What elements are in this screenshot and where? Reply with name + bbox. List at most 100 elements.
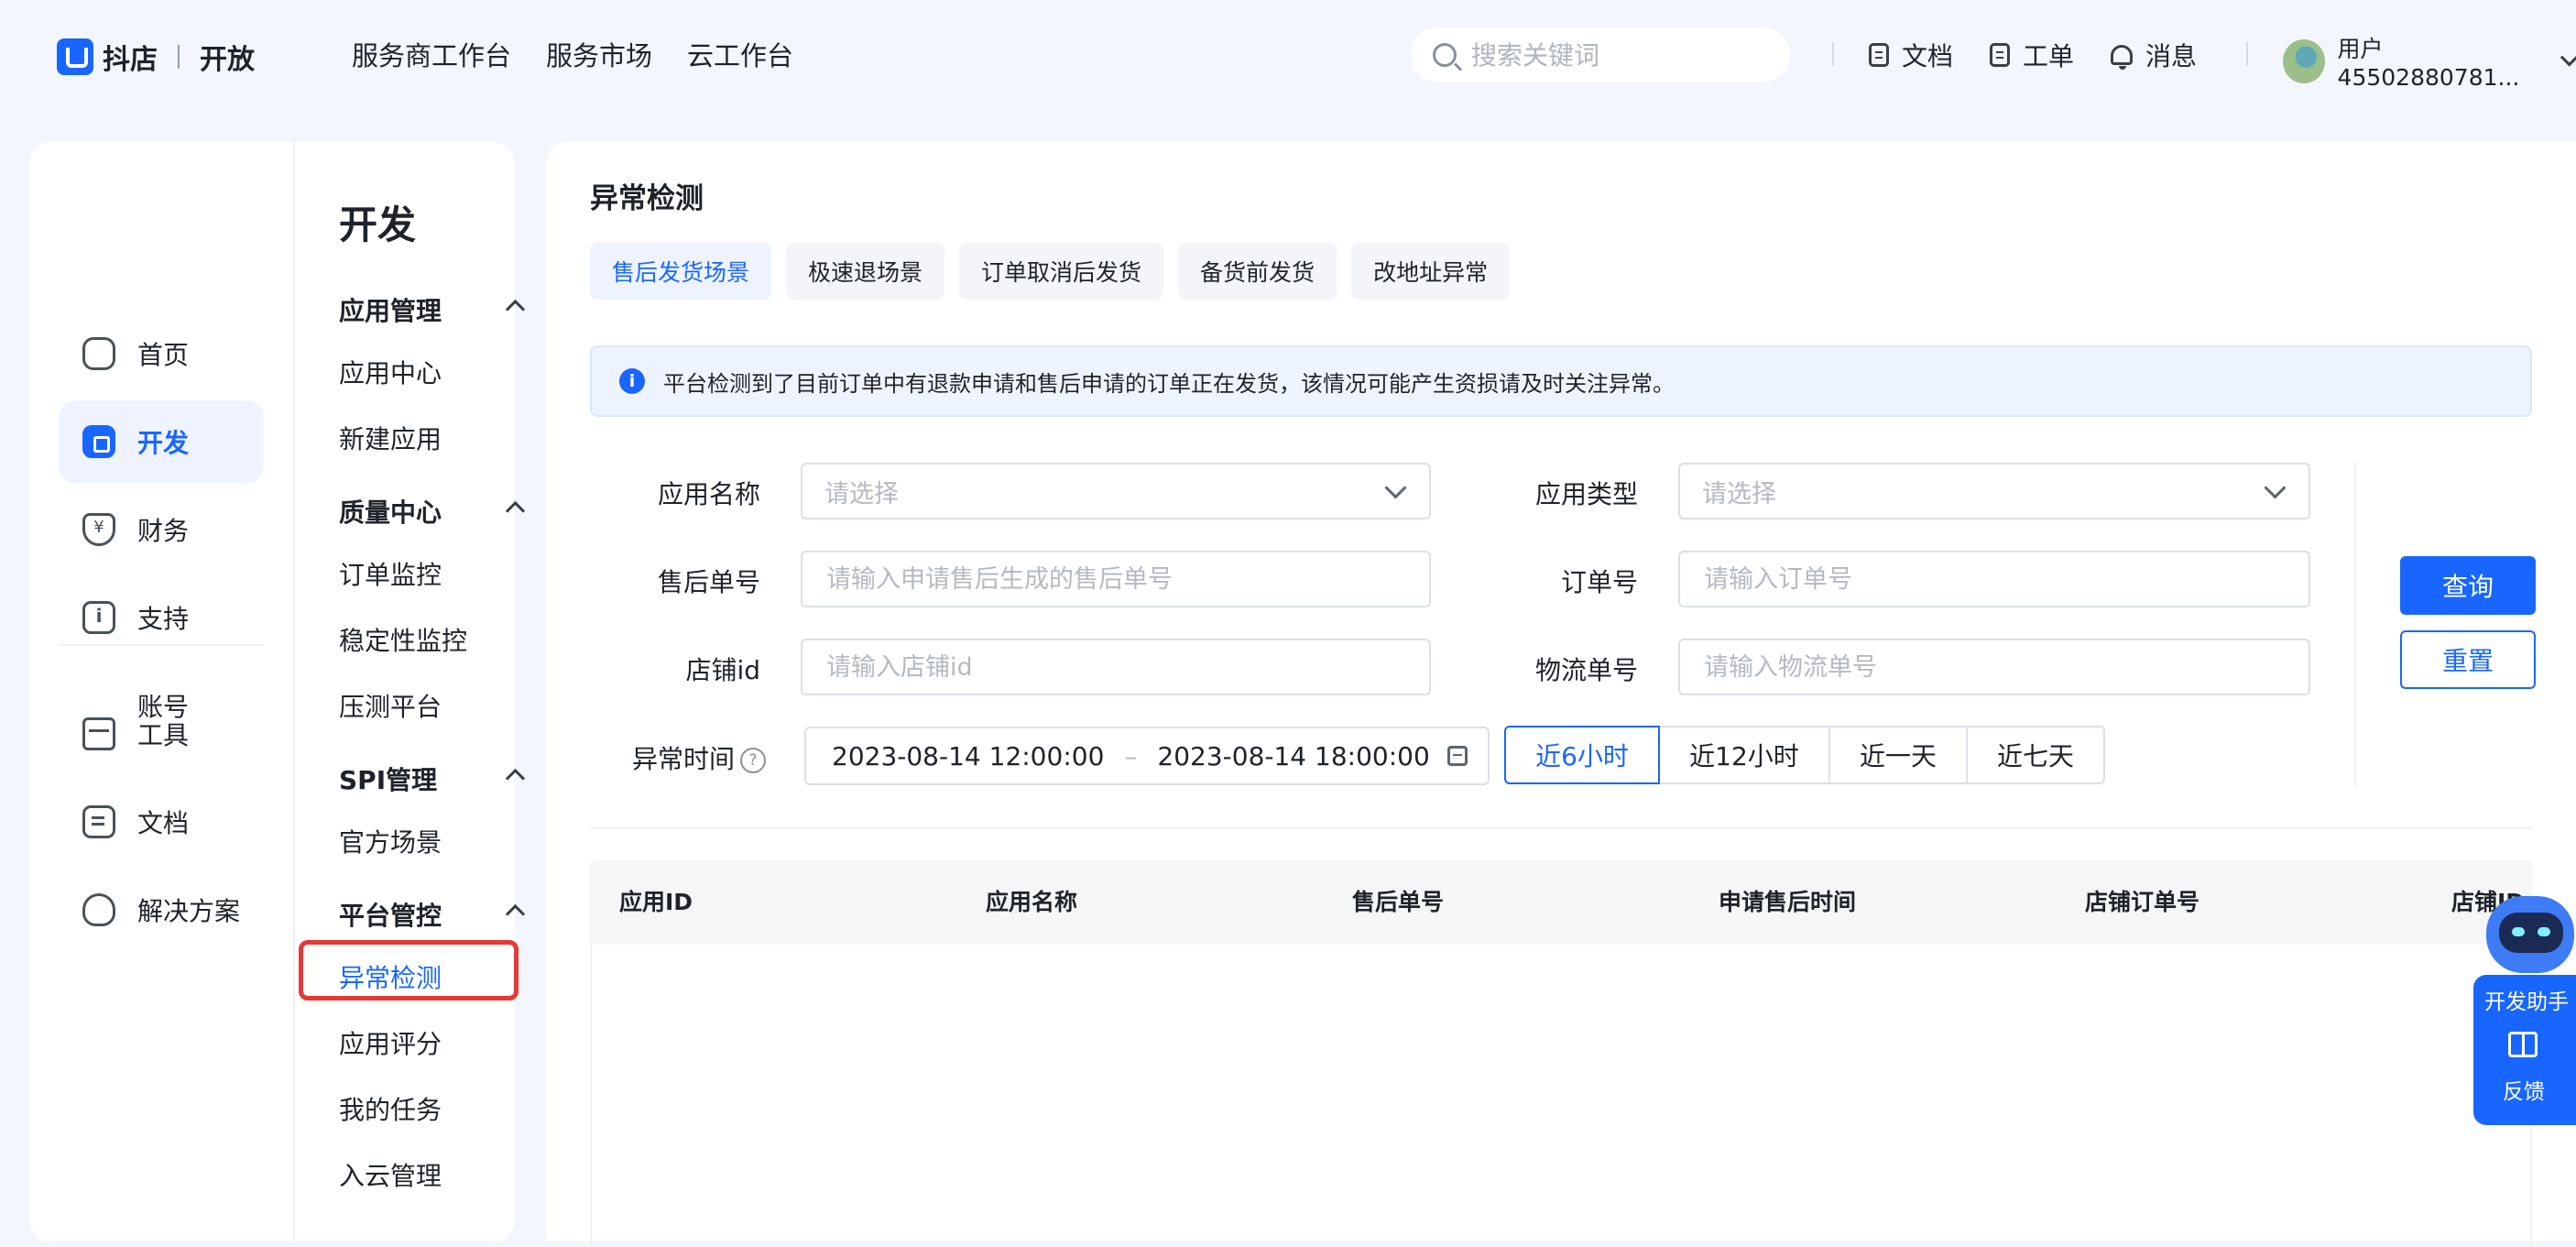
subnav-item-stability-monitor[interactable]: 稳定性监控 <box>339 621 467 658</box>
table-body <box>590 945 2532 1247</box>
logistics-no-input[interactable] <box>1702 651 2259 683</box>
range-1d-button[interactable]: 近一天 <box>1828 726 1968 784</box>
anomaly-time-text: 异常时间 <box>631 744 735 774</box>
tab-express-refund[interactable]: 极速退场景 <box>786 243 945 300</box>
subnav-group-platform-control[interactable]: 平台管控 <box>339 896 526 933</box>
sidebar-item-home[interactable]: 首页 <box>59 312 264 395</box>
form-divider <box>2354 463 2356 787</box>
tab-aftersale-shipping[interactable]: 售后发货场景 <box>590 243 772 300</box>
docs-label: 文档 <box>1902 41 1954 71</box>
section-divider <box>590 827 2532 829</box>
chevron-down-icon <box>2264 476 2287 499</box>
topnav-service-market[interactable]: 服务市场 <box>546 35 652 73</box>
sidebar-item-label: 文档 <box>137 808 190 838</box>
subnav-item-app-rating[interactable]: 应用评分 <box>339 1024 442 1061</box>
brand-logo[interactable]: 抖店 开放 <box>57 37 255 77</box>
range-6h-button[interactable]: 近6小时 <box>1504 726 1660 784</box>
col-aftersale-time: 申请售后时间 <box>1719 889 1857 915</box>
help-icon[interactable]: ? <box>740 748 766 773</box>
chevron-up-icon <box>505 768 526 789</box>
book-icon <box>2508 1032 2538 1057</box>
range-end[interactable]: 2023-08-14 18:00:00 <box>1157 741 1429 771</box>
order-no-input[interactable] <box>1702 563 2259 595</box>
subnav-item-order-monitor[interactable]: 订单监控 <box>339 555 442 592</box>
app-name-select[interactable]: 请选择 <box>801 463 1431 520</box>
global-search[interactable] <box>1411 27 1790 82</box>
sidebar-item-label: 首页 <box>137 340 190 370</box>
messages-label: 消息 <box>2145 41 2198 71</box>
docs-link[interactable]: 文档 <box>1869 37 1953 73</box>
subnav-item-cloud-management[interactable]: 入云管理 <box>339 1156 442 1193</box>
top-nav: 服务商工作台 服务市场 云工作台 <box>352 35 793 73</box>
sidebar-item-docs[interactable]: 文档 <box>59 781 264 863</box>
shop-id-field[interactable] <box>801 639 1431 695</box>
sidebar-item-develop[interactable]: 开发 <box>59 400 264 483</box>
aftersale-no-input[interactable] <box>824 563 1380 595</box>
bulb-icon <box>82 893 115 926</box>
col-app-name: 应用名称 <box>986 889 1078 915</box>
feedback-button[interactable]: 反馈 <box>2503 1074 2545 1105</box>
sidebar-item-tools[interactable]: 工具 <box>59 693 264 775</box>
logistics-no-field[interactable] <box>1678 639 2310 695</box>
subnav-group-quality-center[interactable]: 质量中心 <box>339 493 526 530</box>
top-bar: 抖店 开放 服务商工作台 服务市场 云工作台 文档 工单 消息 用户455028… <box>0 0 2576 110</box>
topbar-divider <box>2246 42 2248 66</box>
cube-icon <box>82 425 115 458</box>
topnav-cloud-workbench[interactable]: 云工作台 <box>687 35 793 73</box>
chevron-down-icon <box>1384 476 1407 499</box>
range-12h-button[interactable]: 近12小时 <box>1658 726 1830 784</box>
finance-icon <box>82 513 115 546</box>
group-label: 平台管控 <box>339 901 442 931</box>
range-7d-button[interactable]: 近七天 <box>1966 726 2105 784</box>
subnav-title: 开发 <box>339 202 417 247</box>
app-type-select[interactable]: 请选择 <box>1678 463 2310 520</box>
subnav-item-official-scenarios[interactable]: 官方场景 <box>339 823 442 859</box>
subnav-item-my-tasks[interactable]: 我的任务 <box>339 1090 442 1127</box>
info-icon: i <box>619 368 645 394</box>
search-input[interactable] <box>1469 38 1775 71</box>
tab-ship-after-cancel[interactable]: 订单取消后发货 <box>959 243 1164 300</box>
col-app-id: 应用ID <box>619 889 693 915</box>
robot-eye <box>2512 927 2525 936</box>
range-start[interactable]: 2023-08-14 12:00:00 <box>832 741 1104 771</box>
sidebar-item-finance[interactable]: 财务 <box>59 488 264 571</box>
robot-assistant-icon[interactable] <box>2481 892 2576 975</box>
subnav-item-stress-test[interactable]: 压测平台 <box>339 687 442 724</box>
messages-link[interactable]: 消息 <box>2111 37 2197 73</box>
aftersale-no-field[interactable] <box>801 551 1431 607</box>
brand-name: 抖店 <box>103 44 158 76</box>
ticket-icon <box>1990 43 2010 67</box>
shop-id-input[interactable] <box>824 651 1380 683</box>
highlight-box <box>299 940 518 1001</box>
sidebar-item-support[interactable]: 支持 <box>59 576 264 659</box>
robot-eye <box>2538 927 2550 936</box>
group-label: SPI管理 <box>339 765 438 795</box>
time-range-picker[interactable]: 2023-08-14 12:00:00 – 2023-08-14 18:00:0… <box>804 727 1490 785</box>
dev-assistant-panel[interactable]: 开发助手 反馈 <box>2473 975 2576 1125</box>
anomaly-time-label: 异常时间? <box>546 739 766 776</box>
subnav-group-spi-management[interactable]: SPI管理 <box>339 760 526 797</box>
range-separator: – <box>1124 740 1138 771</box>
ticket-link[interactable]: 工单 <box>1990 37 2074 73</box>
order-no-field[interactable] <box>1678 551 2310 607</box>
sidebar-item-label: 开发 <box>137 428 190 458</box>
query-button[interactable]: 查询 <box>2400 556 2536 615</box>
subnav-group-app-management[interactable]: 应用管理 <box>339 291 526 328</box>
tab-ship-before-stock[interactable]: 备货前发货 <box>1178 243 1337 300</box>
col-shop-order-no: 店铺订单号 <box>2085 889 2200 915</box>
subnav-item-app-center[interactable]: 应用中心 <box>339 354 442 390</box>
topnav-provider-workbench[interactable]: 服务商工作台 <box>352 35 511 73</box>
reset-button[interactable]: 重置 <box>2400 630 2536 689</box>
topbar-divider <box>1832 42 1834 66</box>
document-icon <box>1869 43 1889 67</box>
order-no-label: 订单号 <box>1560 567 1638 597</box>
page-title: 异常检测 <box>590 182 704 215</box>
user-menu[interactable]: 用户45502880781... <box>2283 31 2576 91</box>
sidebar-item-label: 财务 <box>137 516 190 546</box>
subnav-item-new-app[interactable]: 新建应用 <box>339 420 442 456</box>
tab-address-change-anomaly[interactable]: 改地址异常 <box>1351 243 1511 300</box>
chevron-down-icon <box>2560 48 2576 67</box>
sidebar-item-solutions[interactable]: 解决方案 <box>59 869 264 951</box>
app-type-label: 应用类型 <box>1534 479 1638 509</box>
sidebar-item-label: 支持 <box>137 604 190 634</box>
